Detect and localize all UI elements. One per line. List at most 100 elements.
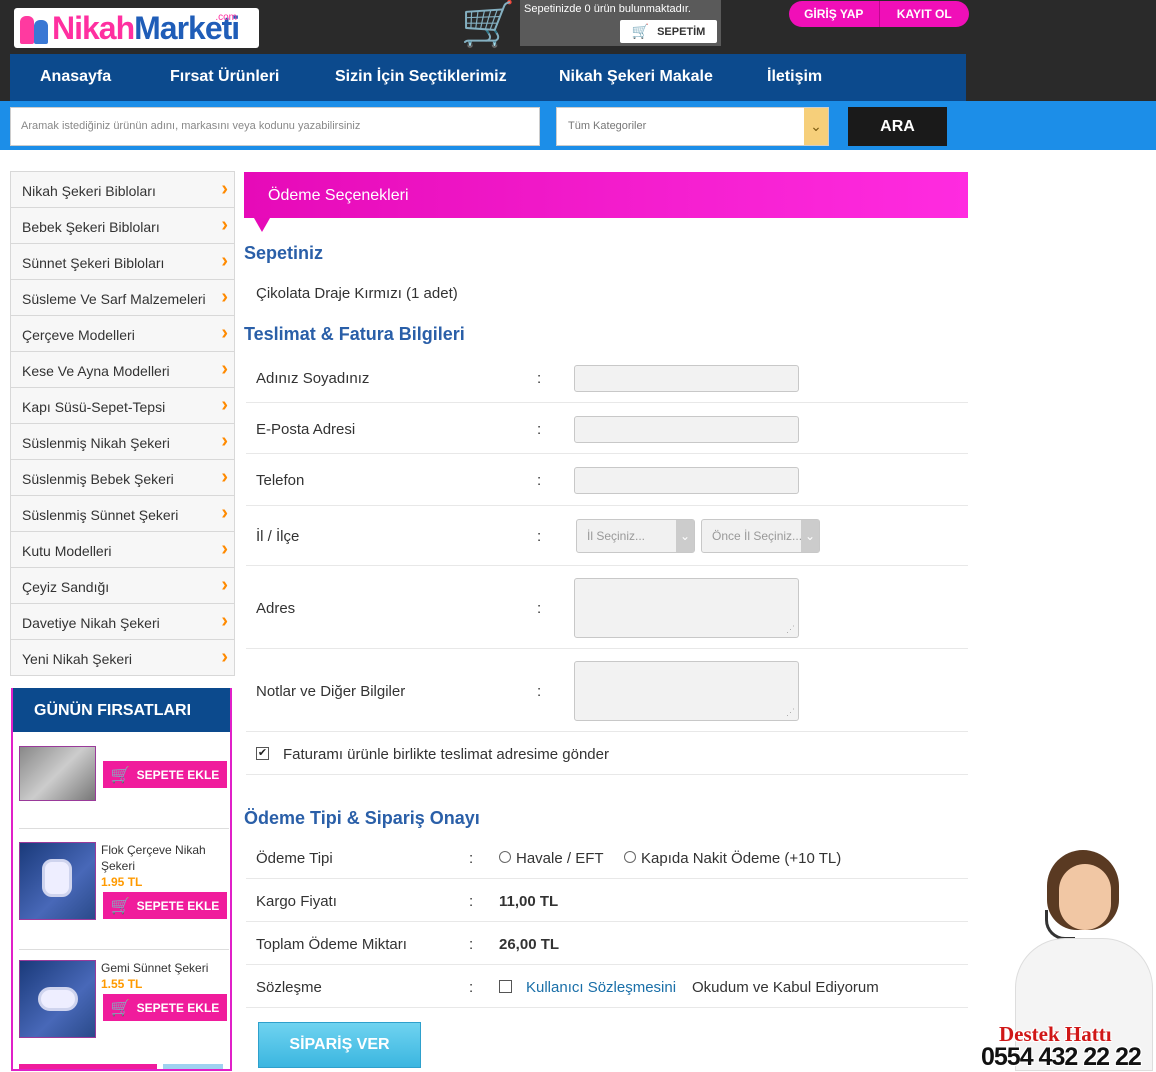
shipping-label: Kargo Fiyatı [256,893,337,910]
cart-large-icon: 🛒 [460,0,516,49]
site-logo[interactable]: NikahMarketi .com [14,8,259,48]
add-to-cart-button[interactable]: 🛒 SEPETE EKLE [103,994,227,1021]
payment-option-cash[interactable]: Kapıda Nakit Ödeme (+10 TL) [641,850,841,867]
search-bar: Aramak istediğiniz ürünün adını, markası… [0,101,1156,150]
district-select[interactable]: Önce İl Seçiniz... ⌄ [701,519,820,553]
category-list: Nikah Şekeri Bibloları › Bebek Şekeri Bib… [10,171,235,676]
deal-item: 🛒 SEPETE EKLE [19,732,229,829]
category-item[interactable]: Süslenmiş Sünnet Şekeri › [11,496,234,532]
chevron-right-icon: › [221,574,228,596]
nav-home[interactable]: Anasayfa [40,68,111,86]
payment-heading: Ödeme Tipi & Sipariş Onayı [244,808,480,828]
chevron-right-icon: › [221,394,228,416]
category-item[interactable]: Süsleme Ve Sarf Malzemeleri › [11,280,234,316]
notes-textarea[interactable]: ⋰ [574,661,799,721]
resize-grip-icon[interactable]: ⋰ [786,624,795,635]
product-image[interactable] [19,746,96,801]
invoice-checkbox[interactable]: ✔ [256,747,269,760]
city-select[interactable]: İl Seçiniz... ⌄ [576,519,695,553]
category-item[interactable]: Süslenmiş Nikah Şekeri › [11,424,234,460]
total-value: 26,00 TL [499,936,560,953]
payment-radio-transfer[interactable] [499,851,511,863]
category-item[interactable]: Kese Ve Ayna Modelleri › [11,352,234,388]
payment-radio-cash[interactable] [624,851,636,863]
product-image[interactable] [19,960,96,1038]
category-item[interactable]: Süslenmiş Bebek Şekeri › [11,460,234,496]
category-select[interactable]: Tüm Kategoriler ⌄ [556,107,829,146]
category-item[interactable]: Çeyiz Sandığı › [11,568,234,604]
chevron-right-icon: › [221,466,228,488]
daily-deals-title: GÜNÜN FIRSATLARI [13,688,230,732]
category-item[interactable]: Davetiye Nikah Şekeri › [11,604,234,640]
page-title-banner: Ödeme Seçenekleri [244,172,968,232]
search-button[interactable]: ARA [848,107,947,146]
address-label: Adres [256,600,296,617]
colon: : [537,472,542,489]
shipping-value: 11,00 TL [499,893,559,910]
cart-icon: 🛒 [110,999,131,1017]
mini-cart: Sepetinizde 0 ürün bulunmaktadır. 🛒 SEPE… [520,0,721,46]
cart-icon: 🛒 [631,23,650,39]
deal-bottom-nav[interactable] [163,1064,223,1069]
chevron-right-icon: › [221,502,228,524]
category-item[interactable]: Kutu Modelleri › [11,532,234,568]
nav-contact[interactable]: İletişim [767,68,822,86]
search-input[interactable]: Aramak istediğiniz ürünün adını, markası… [10,107,540,146]
nav-picks[interactable]: Sizin İçin Seçtiklerimiz [335,68,507,86]
add-to-cart-button[interactable]: 🛒 SEPETE EKLE [103,892,227,919]
payment-type-label: Ödeme Tipi [256,850,333,867]
chevron-right-icon: › [221,250,228,272]
payment-option-transfer[interactable]: Havale / EFT [516,850,604,867]
logo-dotcom: .com [215,12,237,23]
nav-deals[interactable]: Fırsat Ürünleri [170,68,279,86]
city-label: İl / İlçe [256,528,300,545]
auth-links: GİRİŞ YAP KAYIT OL [789,1,969,27]
top-header: NikahMarketi .com 🛒 Sepetinizde 0 ürün b… [0,0,1156,101]
contract-checkbox[interactable] [499,980,512,993]
deal-bottom-bar [19,1064,157,1069]
cart-item: Çikolata Draje Kırmızı (1 adet) [256,285,458,302]
contract-label: Sözleşme [256,979,322,996]
add-to-cart-button[interactable]: 🛒 SEPETE EKLE [103,761,227,788]
my-cart-button[interactable]: 🛒 SEPETİM [620,20,717,43]
category-item[interactable]: Yeni Nikah Şekeri › [11,640,234,676]
register-link[interactable]: KAYIT OL [880,1,970,27]
category-item[interactable]: Nikah Şekeri Bibloları › [11,172,234,208]
daily-deals: GÜNÜN FIRSATLARI 🛒 SEPETE EKLE Flok Çerçe… [11,688,232,1071]
deal-item: Flok Çerçeve Nikah Şekeri 1.95 TL 🛒 SEPET… [19,842,229,950]
colon: : [469,893,474,910]
place-order-button[interactable]: SİPARİŞ VER [258,1022,421,1068]
support-phone[interactable]: 0554 432 22 22 [981,1043,1142,1072]
cart-status-text: Sepetinizde 0 ürün bulunmaktadır. [524,3,691,15]
chevron-right-icon: › [221,214,228,236]
category-item[interactable]: Sünnet Şekeri Bibloları › [11,244,234,280]
colon: : [537,528,542,545]
contract-text: Okudum ve Kabul Ediyorum [692,979,879,996]
address-textarea[interactable]: ⋰ [574,578,799,638]
email-label: E-Posta Adresi [256,421,356,438]
chevron-down-icon: ⌄ [801,520,819,552]
phone-label: Telefon [256,472,305,489]
delivery-heading: Teslimat & Fatura Bilgileri [244,324,465,344]
name-field[interactable] [574,365,799,392]
colon: : [537,600,542,617]
deal-item: Gemi Sünnet Şekeri 1.55 TL 🛒 SEPETE EKLE [19,960,227,1040]
product-image[interactable] [19,842,96,920]
category-item[interactable]: Bebek Şekeri Bibloları › [11,208,234,244]
login-link[interactable]: GİRİŞ YAP [789,1,879,27]
category-item[interactable]: Kapı Süsü-Sepet-Tepsi › [11,388,234,424]
deal-product-name[interactable]: Flok Çerçeve Nikah Şekeri [101,842,230,874]
colon: : [469,979,474,996]
nav-articles[interactable]: Nikah Şekeri Makale [559,68,713,86]
colon: : [537,421,542,438]
contract-link[interactable]: Kullanıcı Sözleşmesini [526,979,676,996]
phone-field[interactable] [574,467,799,494]
category-item[interactable]: Çerçeve Modelleri › [11,316,234,352]
email-field[interactable] [574,416,799,443]
name-label: Adınız Soyadınız [256,370,370,387]
deal-product-name[interactable]: Gemi Sünnet Şekeri [101,960,230,976]
chevron-right-icon: › [221,646,228,668]
cart-heading: Sepetiniz [244,243,324,263]
resize-grip-icon[interactable]: ⋰ [786,707,795,718]
deal-price: 1.55 TL [101,977,143,991]
